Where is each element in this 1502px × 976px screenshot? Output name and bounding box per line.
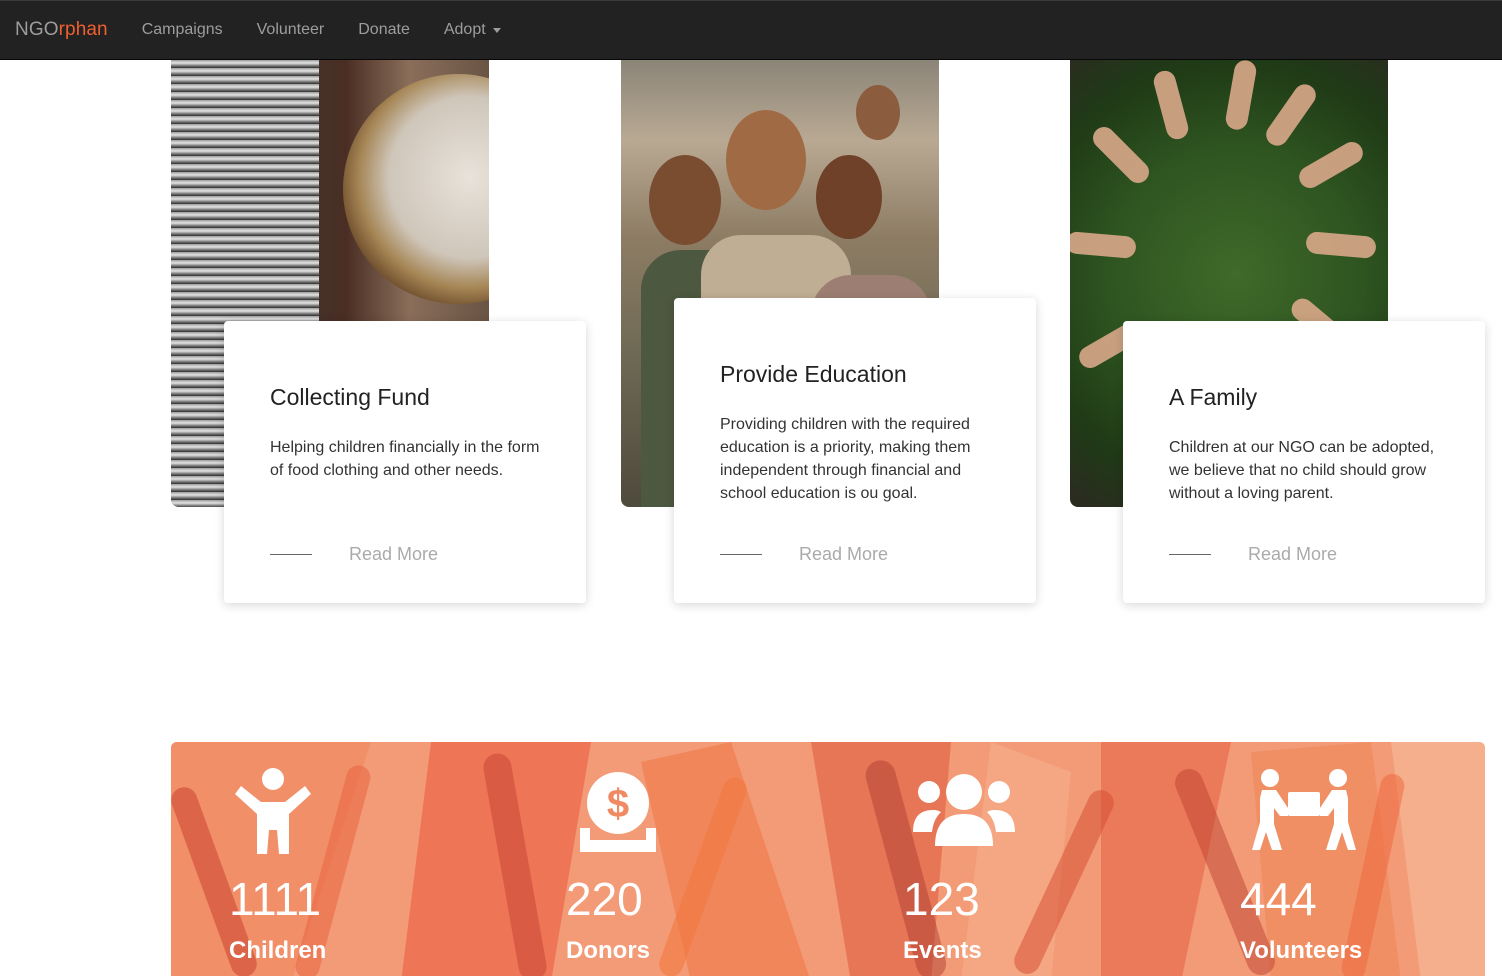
stat-label: Events bbox=[903, 937, 982, 964]
child-face bbox=[726, 110, 806, 210]
read-more-link[interactable]: Read More bbox=[349, 544, 438, 565]
campaign-description: Children at our NGO can be adopted, we b… bbox=[1169, 439, 1435, 502]
nav-campaigns-link[interactable]: Campaigns bbox=[125, 0, 240, 60]
hand-graphic bbox=[1261, 80, 1321, 150]
svg-text:$: $ bbox=[607, 782, 629, 826]
read-more-row: Read More bbox=[1169, 544, 1337, 565]
campaign-card-education: Provide Education Providing children wit… bbox=[674, 298, 1036, 603]
read-more-link[interactable]: Read More bbox=[1248, 544, 1337, 565]
dollar-coin-icon: $ bbox=[580, 772, 656, 852]
read-more-row: Read More bbox=[720, 544, 888, 565]
child-face bbox=[856, 85, 900, 140]
campaign-card-fund: Collecting Fund Helping children financi… bbox=[224, 321, 586, 603]
brand-logo[interactable]: NGOrphan bbox=[15, 19, 108, 41]
nav-adopt-label: Adopt bbox=[443, 21, 486, 38]
clock-graphic bbox=[343, 74, 489, 304]
hand-graphic bbox=[1305, 230, 1377, 260]
stat-value: 123 bbox=[903, 873, 980, 925]
campaign-description: Providing children with the required edu… bbox=[720, 416, 971, 502]
top-navbar: NGOrphan Campaigns Volunteer Donate Adop… bbox=[0, 0, 1502, 60]
nav-adopt-dropdown[interactable]: Adopt bbox=[427, 0, 518, 60]
child-face bbox=[816, 155, 882, 239]
hand-graphic bbox=[1088, 122, 1154, 188]
hand-graphic bbox=[1070, 230, 1137, 260]
stat-label: Donors bbox=[566, 937, 650, 964]
stat-label: Children bbox=[229, 937, 327, 964]
campaign-title: Provide Education bbox=[720, 361, 907, 387]
nav-links: Campaigns Volunteer Donate Adopt bbox=[125, 0, 518, 60]
users-group-icon bbox=[913, 774, 1015, 846]
campaign-card-family: A Family Children at our NGO can be adop… bbox=[1123, 321, 1485, 603]
stats-banner: 1111 Children $ 220 Donors 123 Events 44… bbox=[171, 742, 1485, 976]
child-icon bbox=[235, 768, 311, 854]
stat-value: 444 bbox=[1240, 873, 1317, 925]
nav-volunteer-link[interactable]: Volunteer bbox=[240, 0, 342, 60]
brand-prefix: NGO bbox=[15, 19, 59, 40]
read-more-row: Read More bbox=[270, 544, 438, 565]
brand-accent: rphan bbox=[58, 19, 108, 40]
campaign-title: Collecting Fund bbox=[270, 384, 430, 410]
child-face bbox=[649, 155, 721, 245]
people-carry-icon bbox=[1252, 769, 1356, 850]
hand-graphic bbox=[1224, 60, 1258, 132]
nav-donate-link[interactable]: Donate bbox=[341, 0, 427, 60]
caret-down-icon bbox=[492, 27, 501, 33]
hand-graphic bbox=[1295, 137, 1367, 193]
campaign-description: Helping children financially in the form… bbox=[270, 439, 540, 479]
divider-line bbox=[270, 554, 312, 555]
hand-graphic bbox=[1151, 68, 1191, 142]
stat-value: 1111 bbox=[229, 873, 322, 925]
divider-line bbox=[1169, 554, 1211, 555]
campaign-title: A Family bbox=[1169, 384, 1258, 410]
stat-label: Volunteers bbox=[1240, 937, 1363, 964]
stat-value: 220 bbox=[566, 873, 643, 925]
read-more-link[interactable]: Read More bbox=[799, 544, 888, 565]
divider-line bbox=[720, 554, 762, 555]
